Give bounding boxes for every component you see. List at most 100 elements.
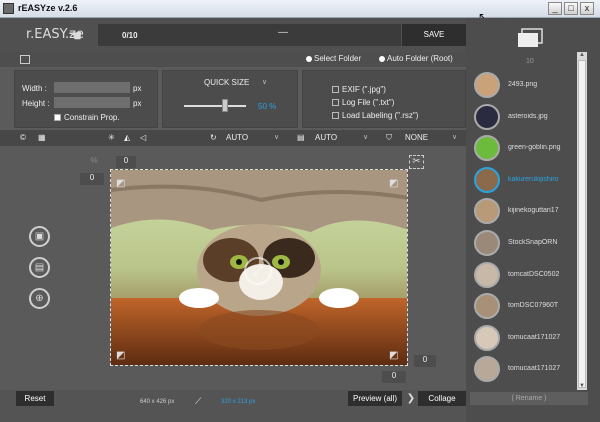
radio-icon <box>379 55 385 62</box>
format-select[interactable]: AUTO <box>315 133 337 142</box>
sharpen-icon[interactable]: ◁ <box>140 133 146 142</box>
quick-size-label: QUICK SIZE <box>204 78 250 87</box>
edit-corner-icon[interactable]: ◩ <box>389 178 398 189</box>
file-list-item[interactable]: tomDSC07960T <box>470 293 574 321</box>
filter-icon[interactable]: ⛉ <box>386 133 392 143</box>
file-name: tomDSC07960T <box>508 302 559 310</box>
chevron-down-icon[interactable]: ∨ <box>262 78 267 86</box>
auto-folder-label: Auto Folder (Root) <box>387 54 453 63</box>
file-list-item[interactable]: tomucaat171027 <box>470 324 574 353</box>
log-file-checkbox[interactable]: Log File (".txt") <box>332 98 394 107</box>
constrain-checkbox[interactable]: Constrain Prop. <box>54 113 120 122</box>
file-list-item[interactable]: green-goblin.png <box>470 135 574 163</box>
percent-symbol: % <box>90 156 98 165</box>
progress-text: — <box>278 27 288 38</box>
save-disk-icon[interactable]: ▣ <box>29 226 50 247</box>
minimize-button[interactable]: _ <box>548 2 562 15</box>
file-thumbnail <box>474 103 500 130</box>
rotate-icon[interactable]: ↻ <box>210 133 217 142</box>
height-input[interactable] <box>54 97 130 108</box>
zoom-icon[interactable]: ⊕ <box>29 288 50 309</box>
quick-size-slider-thumb[interactable] <box>222 99 228 112</box>
checkbox-icon <box>332 112 339 120</box>
rename-button[interactable]: ( Rename ) <box>470 392 588 405</box>
collage-button[interactable]: Collage <box>418 391 466 406</box>
checkbox-icon <box>54 114 61 122</box>
file-list-item[interactable]: asteroids.jpg <box>470 103 574 132</box>
edit-corner-icon[interactable]: ◩ <box>116 350 125 361</box>
width-label: Width : <box>22 84 47 93</box>
new-dimensions: 320 x 213 px <box>221 399 256 405</box>
format-icon[interactable]: ▤ <box>297 133 305 142</box>
file-thumbnail <box>474 261 500 288</box>
stack-icon <box>518 28 543 47</box>
load-labeling-checkbox[interactable]: Load Labeling (".rsz") <box>332 111 418 120</box>
title-bar: rEASYze v.2.6 <box>0 0 600 18</box>
file-list-item[interactable]: tomucaat171027 <box>470 356 574 384</box>
file-name: asteroids.jpg <box>508 112 548 120</box>
height-label: Height : <box>22 99 50 108</box>
file-list-item[interactable]: kijinekoguttari17 <box>470 198 574 226</box>
grid-icon[interactable]: ▦ <box>38 133 46 142</box>
radio-icon <box>306 55 312 62</box>
file-name: 2493.png <box>508 81 538 88</box>
quick-size-slider-track[interactable] <box>184 105 246 107</box>
edit-corner-icon[interactable]: ◩ <box>389 350 398 361</box>
file-name: tomucaat171027 <box>508 333 561 341</box>
crop-left-value[interactable]: 0 <box>80 173 104 185</box>
scissors-icon[interactable]: ✂ <box>409 155 424 169</box>
progress-bar <box>98 24 401 46</box>
checkbox-icon <box>332 86 339 94</box>
file-thumbnail <box>474 356 500 383</box>
contrast-icon[interactable]: ◭ <box>124 133 130 142</box>
brightness-icon[interactable]: ✳ <box>108 133 115 142</box>
file-name: kakurerukijishiro <box>508 175 559 183</box>
image-icon[interactable] <box>20 55 30 64</box>
select-folder-option[interactable]: Select Folder <box>306 54 361 63</box>
exif-label: EXIF (".jpg") <box>342 85 386 94</box>
file-thumbnail <box>474 72 500 98</box>
document-icon[interactable]: ▤ <box>29 257 50 278</box>
file-thumbnail <box>474 293 500 320</box>
file-list-item[interactable]: StockSnapORN <box>470 230 574 258</box>
file-name: kijinekoguttari17 <box>508 207 559 215</box>
select-folder-label: Select Folder <box>314 54 362 63</box>
center-move-icon[interactable]: ⤢ <box>244 257 272 285</box>
chevron-right-icon[interactable]: ❯ <box>404 391 418 406</box>
exif-checkbox[interactable]: EXIF (".jpg") <box>332 85 386 94</box>
auto-folder-option[interactable]: Auto Folder (Root) <box>379 54 453 63</box>
width-unit: px <box>133 84 142 93</box>
close-button[interactable]: x <box>580 2 594 15</box>
preview-all-button[interactable]: Preview (all) <box>348 391 402 406</box>
file-thumbnail <box>474 135 500 162</box>
file-thumbnail <box>474 166 500 193</box>
app-icon <box>3 3 14 14</box>
crop-top-value[interactable]: 0 <box>116 156 136 168</box>
width-input[interactable] <box>54 82 130 93</box>
maximize-button[interactable]: □ <box>564 2 578 15</box>
scrollbar-thumb[interactable] <box>578 60 586 388</box>
crop-bottom-value[interactable]: 0 <box>382 371 406 383</box>
save-button[interactable]: SAVE <box>402 24 466 46</box>
reset-button[interactable]: Reset <box>16 391 54 406</box>
checkbox-icon <box>332 99 339 107</box>
rotate-select[interactable]: AUTO <box>226 133 248 142</box>
copyright-icon[interactable]: © <box>20 133 26 142</box>
chevron-down-icon[interactable]: ∨ <box>274 133 279 141</box>
filter-select[interactable]: NONE <box>405 133 428 142</box>
quick-size-percent: 50 % <box>258 102 277 111</box>
file-thumbnail <box>474 230 500 256</box>
scroll-down-icon[interactable]: ▼ <box>577 383 587 389</box>
file-list-item[interactable]: tomcatDSC0502 <box>470 261 574 290</box>
chevron-down-icon[interactable]: ∨ <box>363 133 368 141</box>
file-name: green-goblin.png <box>508 144 561 152</box>
file-name: StockSnapORN <box>508 239 558 246</box>
file-list-item[interactable]: 2493.png <box>470 72 574 100</box>
edit-corner-icon[interactable]: ◩ <box>116 178 125 189</box>
load-labeling-label: Load Labeling (".rsz") <box>342 111 419 120</box>
chevron-down-icon[interactable]: ∨ <box>452 133 457 141</box>
scroll-up-icon[interactable]: ▲ <box>577 52 587 58</box>
log-file-label: Log File (".txt") <box>342 98 395 107</box>
file-list-item[interactable]: kakurerukijishiro <box>470 166 574 195</box>
crop-right-value[interactable]: 0 <box>414 355 436 367</box>
